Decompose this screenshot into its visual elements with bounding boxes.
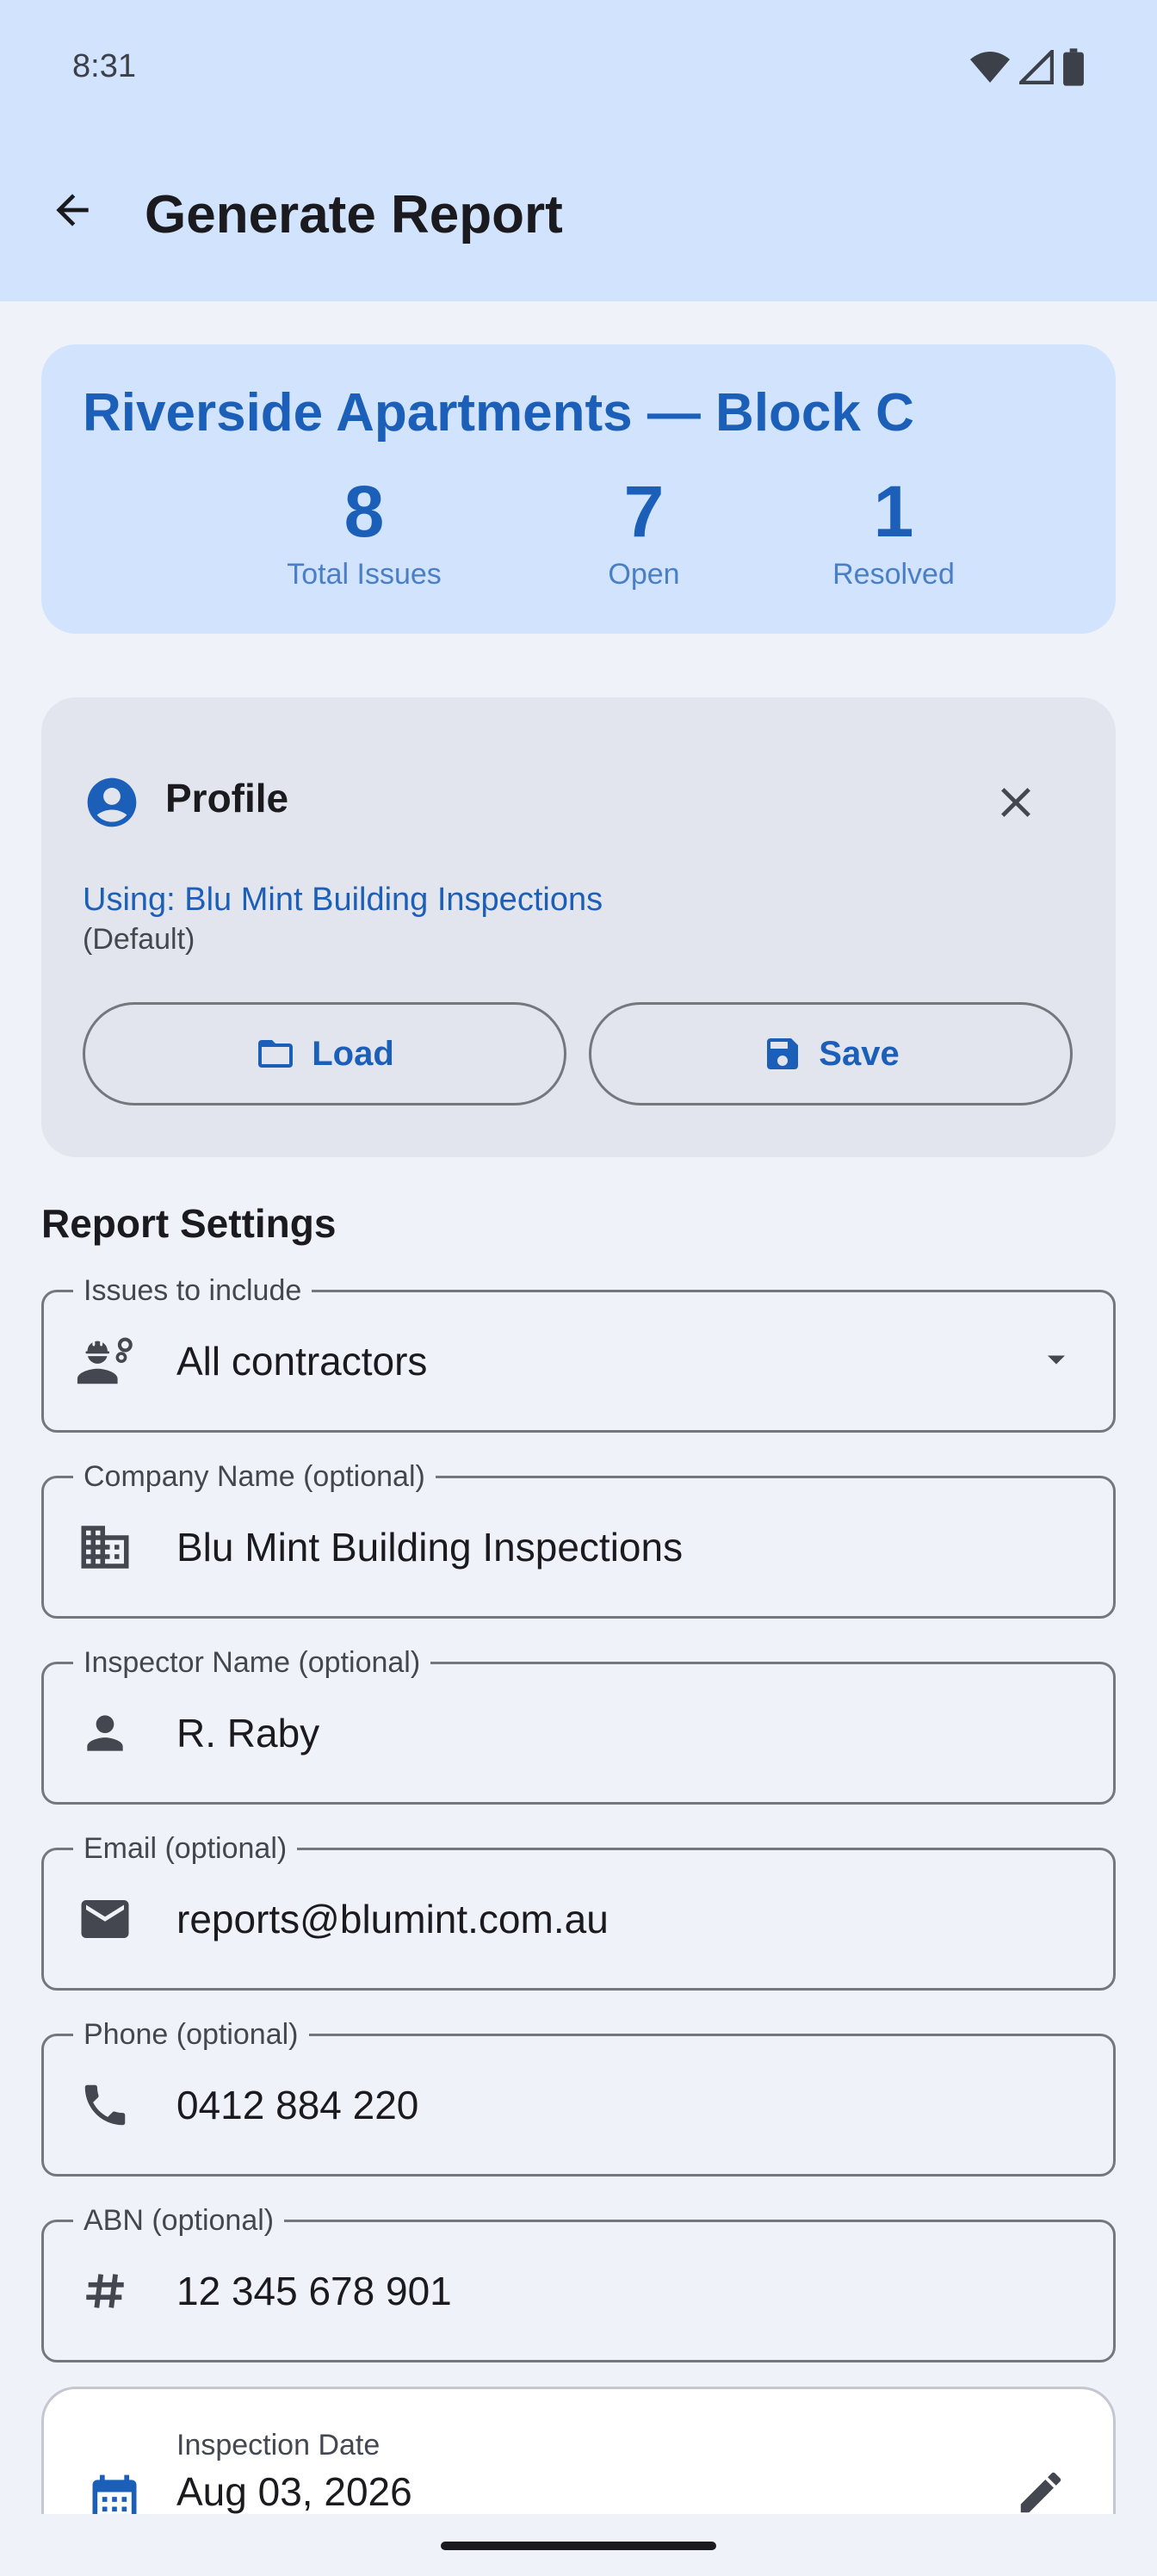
status-icons <box>969 48 1085 86</box>
arrow-back-icon <box>56 194 89 226</box>
stat-label: Total Issues <box>287 558 442 591</box>
project-name: Riverside Apartments — Block C <box>83 383 914 443</box>
back-button[interactable] <box>38 176 107 245</box>
stat-label: Open <box>608 558 680 591</box>
gesture-handle[interactable] <box>441 2542 716 2550</box>
inspection-date-value: Aug 03, 2026 <box>176 2469 412 2514</box>
inspection-date-label: Inspection Date <box>176 2429 381 2461</box>
stat-open: 7 Open <box>532 470 756 592</box>
field-value: Blu Mint Building Inspections <box>176 1525 684 1570</box>
save-label: Save <box>819 1034 900 1073</box>
field-label: Phone (optional) <box>73 2016 309 2053</box>
field-value: R. Raby <box>176 1711 320 1756</box>
stat-total-issues: 8 Total Issues <box>231 470 498 592</box>
default-tag: (Default) <box>83 923 195 956</box>
field-value: 0412 884 220 <box>176 2083 419 2127</box>
report-settings-title: Report Settings <box>41 1201 337 1246</box>
folder-icon <box>258 1040 294 1068</box>
profile-title: Profile <box>165 776 289 820</box>
mail-icon <box>75 1889 135 1949</box>
active-profile-text: Using: Blu Mint Building Inspections <box>83 882 603 918</box>
generate-report-screen: 8:31 Generate Report Riverside Apartment… <box>0 0 1157 2576</box>
field-value: 12 345 678 901 <box>176 2269 452 2313</box>
field-label: Inspector Name (optional) <box>73 1644 431 1681</box>
abn-field[interactable]: ABN (optional) 12 345 678 901 <box>41 2201 1116 2362</box>
phone-field[interactable]: Phone (optional) 0412 884 220 <box>41 2016 1116 2177</box>
person-icon <box>75 1703 135 1763</box>
field-label: Company Name (optional) <box>73 1458 436 1495</box>
profile-card: Profile Using: Blu Mint Building Inspect… <box>41 697 1116 1157</box>
email-field[interactable]: Email (optional) reports@blumint.com.au <box>41 1830 1116 1991</box>
hash-icon <box>75 2261 135 2321</box>
edit-icon <box>1020 2472 1061 2513</box>
field-label: ABN (optional) <box>73 2201 285 2239</box>
close-profile-button[interactable] <box>985 771 1047 833</box>
stat-value: 1 <box>873 471 914 552</box>
inspector-name-field[interactable]: Inspector Name (optional) R. Raby <box>41 1644 1116 1805</box>
field-label: Email (optional) <box>73 1830 298 1867</box>
field-value: All contractors <box>176 1339 428 1384</box>
battery-icon <box>1063 48 1084 86</box>
dropdown-arrow-icon <box>1036 1339 1077 1384</box>
account-circle-icon <box>87 777 137 827</box>
engineer-gear-icon <box>75 1331 135 1391</box>
page-title: Generate Report <box>145 185 563 245</box>
phone-icon <box>75 2075 135 2135</box>
save-icon <box>767 1038 799 1069</box>
stat-label: Resolved <box>832 558 955 591</box>
field-label: Issues to include <box>73 1272 312 1310</box>
building-icon <box>75 1517 135 1577</box>
company-name-field[interactable]: Company Name (optional) Blu Mint Buildin… <box>41 1458 1116 1619</box>
close-icon <box>1001 788 1030 817</box>
signal-icon <box>1019 50 1054 84</box>
top-app-bar: 8:31 Generate Report <box>0 0 1157 301</box>
field-value: reports@blumint.com.au <box>176 1897 609 1941</box>
project-summary-card: Riverside Apartments — Block C 8 Total I… <box>41 344 1116 634</box>
load-profile-button[interactable]: Load <box>83 1002 566 1105</box>
load-label: Load <box>312 1034 394 1073</box>
wifi-icon <box>970 52 1010 83</box>
save-profile-button[interactable]: Save <box>589 1002 1073 1105</box>
issues-to-include-select[interactable]: Issues to include All contractors <box>41 1272 1116 1433</box>
stat-resolved: 1 Resolved <box>782 470 1005 592</box>
stat-value: 8 <box>343 471 385 552</box>
stat-value: 7 <box>623 471 665 552</box>
status-time: 8:31 <box>72 48 136 84</box>
